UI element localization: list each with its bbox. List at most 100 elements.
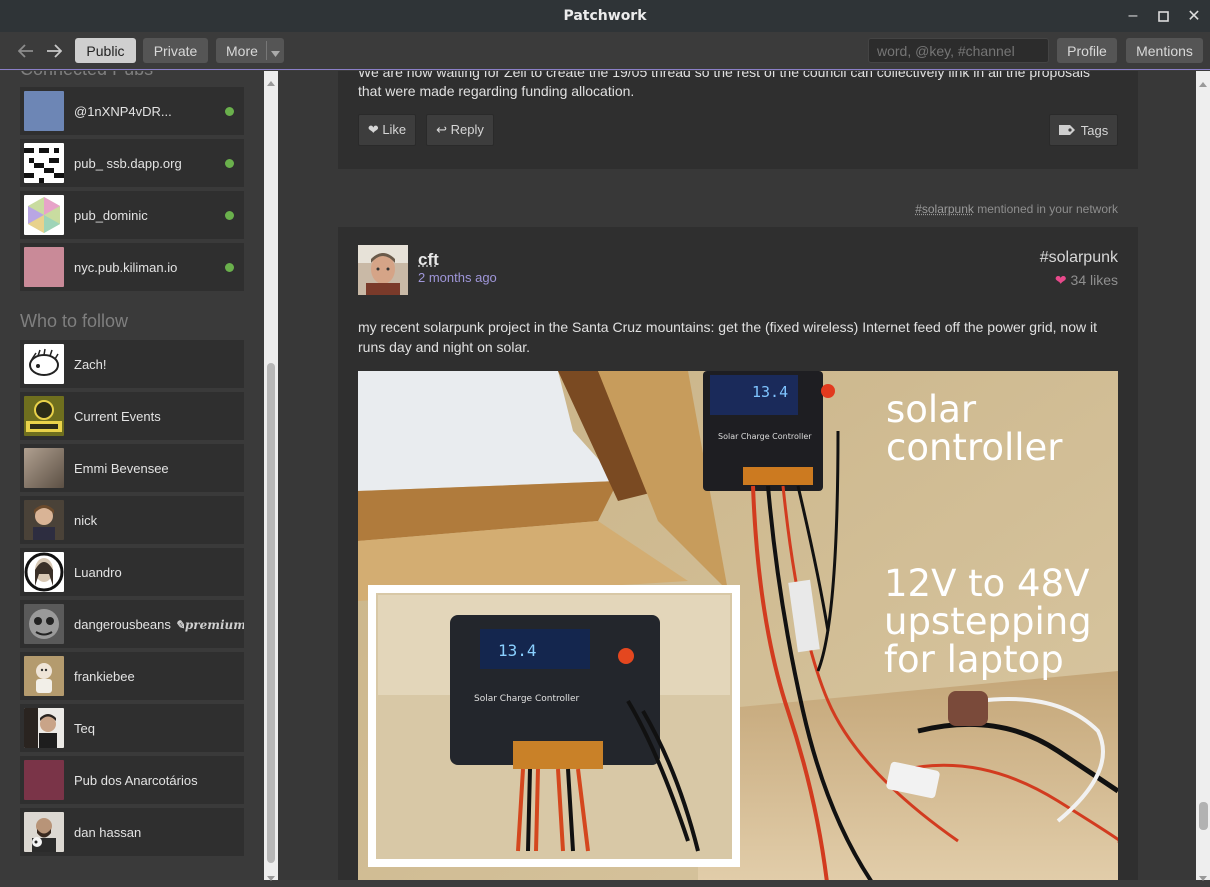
- follow-suggestion[interactable]: dangerousbeans ✎premium: [20, 600, 244, 648]
- avatar: [24, 143, 64, 183]
- mention-note-text: mentioned in your network: [973, 202, 1118, 216]
- follow-suggestion[interactable]: Teq: [20, 704, 244, 752]
- title-bar: Patchwork – ✕: [0, 0, 1210, 32]
- likes-count: ❤ 34 likes: [1055, 272, 1118, 289]
- mentions-button[interactable]: Mentions: [1126, 38, 1203, 63]
- pub-item[interactable]: pub_dominic: [20, 191, 244, 239]
- avatar: [24, 247, 64, 287]
- controller-label: Solar Charge Controller: [718, 432, 812, 441]
- likes-text: 34 likes: [1070, 272, 1118, 288]
- avatar: [24, 552, 64, 592]
- maximize-icon[interactable]: [1148, 0, 1178, 32]
- mention-channel-link[interactable]: #solarpunk: [915, 202, 974, 216]
- pub-item[interactable]: nyc.pub.kiliman.io: [20, 243, 244, 291]
- user-name: dan hassan: [74, 824, 142, 840]
- tags-label: Tags: [1080, 122, 1109, 138]
- follow-suggestion[interactable]: Emmi Bevensee: [20, 444, 244, 492]
- forward-arrow-icon[interactable]: [43, 40, 65, 62]
- feed-scrollbar-thumb[interactable]: [1199, 802, 1208, 830]
- tags-button[interactable]: Tags: [1049, 114, 1118, 146]
- user-name: Pub dos Anarcotários: [74, 772, 198, 788]
- sidebar: Connected Pubs @1nXNP4vDR... pub_ ssb.da…: [0, 71, 264, 880]
- user-name: Zach!: [74, 356, 107, 372]
- post-timestamp[interactable]: 2 months ago: [418, 270, 497, 285]
- avatar: [24, 195, 64, 235]
- display-readout-inset: 13.4: [498, 641, 537, 660]
- user-name: nick: [74, 512, 98, 528]
- sidebar-scrollbar[interactable]: [264, 71, 278, 881]
- follow-suggestion[interactable]: Current Events: [20, 392, 244, 440]
- pub-name: @1nXNP4vDR...: [74, 103, 172, 119]
- public-tab[interactable]: Public: [75, 38, 136, 63]
- avatar: [24, 448, 64, 488]
- user-name: Luandro: [74, 564, 122, 580]
- user-name: Current Events: [74, 408, 161, 424]
- image-caption-top: solar controller: [886, 388, 1063, 469]
- post-channel[interactable]: #solarpunk: [1040, 249, 1118, 267]
- follow-suggestion[interactable]: frankiebee: [20, 652, 244, 700]
- back-arrow-icon[interactable]: [15, 40, 37, 62]
- avatar: [24, 91, 64, 131]
- follow-suggestion[interactable]: Zach!: [20, 340, 244, 388]
- window-title: Patchwork: [563, 8, 647, 24]
- avatar: [24, 500, 64, 540]
- chevron-down-icon: [271, 45, 280, 61]
- avatar: [24, 760, 64, 800]
- pub-item[interactable]: pub_ ssb.dapp.org: [20, 139, 244, 187]
- like-button[interactable]: ❤ Like: [358, 114, 416, 146]
- more-label: More: [226, 42, 258, 59]
- scroll-down-icon[interactable]: [1199, 869, 1207, 887]
- post-image[interactable]: Solar Charge Controller 13.4 13.4 Solar …: [358, 371, 1118, 880]
- online-status-dot: [225, 262, 234, 272]
- avatar: [24, 344, 64, 384]
- author-avatar[interactable]: [358, 245, 408, 295]
- online-status-dot: [225, 158, 234, 168]
- feed-scrollbar[interactable]: [1196, 71, 1210, 881]
- scroll-down-icon[interactable]: [267, 869, 275, 887]
- mention-note: #solarpunk mentioned in your network: [338, 202, 1118, 216]
- pub-name: nyc.pub.kiliman.io: [74, 259, 178, 275]
- more-dropdown[interactable]: More: [216, 38, 284, 63]
- avatar: [24, 604, 64, 644]
- heart-icon: ❤: [1054, 272, 1067, 288]
- post-text-line: that were made regarding funding allocat…: [358, 83, 635, 99]
- premium-badge: ✎premium: [174, 617, 244, 632]
- display-readout: 13.4: [752, 383, 788, 401]
- avatar: [24, 812, 64, 852]
- pub-name: pub_dominic: [74, 207, 148, 223]
- tag-icon: [1058, 125, 1075, 135]
- toolbar: Public Private More Profile Mentions: [0, 32, 1210, 70]
- avatar: [24, 656, 64, 696]
- profile-button[interactable]: Profile: [1057, 38, 1117, 63]
- previous-post-card: We are now waiting for Zell to create th…: [338, 71, 1138, 169]
- follow-suggestion[interactable]: Luandro: [20, 548, 244, 596]
- connected-pubs-title: Connected Pubs: [20, 71, 153, 80]
- follow-suggestion[interactable]: dan hassan: [20, 808, 244, 856]
- scroll-up-icon[interactable]: [1199, 74, 1207, 92]
- user-name: frankiebee: [74, 668, 135, 684]
- sidebar-scrollbar-thumb[interactable]: [267, 363, 275, 863]
- pub-name: pub_ ssb.dapp.org: [74, 155, 182, 171]
- close-icon[interactable]: ✕: [1179, 0, 1209, 32]
- pub-item[interactable]: @1nXNP4vDR...: [20, 87, 244, 135]
- scroll-up-icon[interactable]: [267, 73, 275, 91]
- avatar: [24, 708, 64, 748]
- minimize-icon[interactable]: –: [1118, 0, 1148, 32]
- reply-button[interactable]: ↩ Reply: [426, 114, 494, 146]
- user-name: dangerousbeans ✎premium: [74, 617, 244, 632]
- user-name: Emmi Bevensee: [74, 460, 169, 476]
- follow-suggestion[interactable]: nick: [20, 496, 244, 544]
- search-input[interactable]: [868, 38, 1049, 63]
- follow-suggestion[interactable]: Pub dos Anarcotários: [20, 756, 244, 804]
- author-name[interactable]: cft: [418, 250, 439, 270]
- user-name: Teq: [74, 720, 95, 736]
- online-status-dot: [225, 210, 234, 220]
- online-status-dot: [225, 106, 234, 116]
- avatar: [24, 396, 64, 436]
- controller-label-inset: Solar Charge Controller: [474, 694, 580, 704]
- user-name-text: dangerousbeans: [74, 616, 171, 632]
- post-card: cft 2 months ago #solarpunk ❤ 34 likes m…: [338, 227, 1138, 880]
- image-caption-bottom: 12V to 48V upstepping for laptop: [884, 562, 1092, 681]
- private-tab[interactable]: Private: [143, 38, 208, 63]
- post-text: my recent solarpunk project in the Santa…: [358, 319, 1098, 355]
